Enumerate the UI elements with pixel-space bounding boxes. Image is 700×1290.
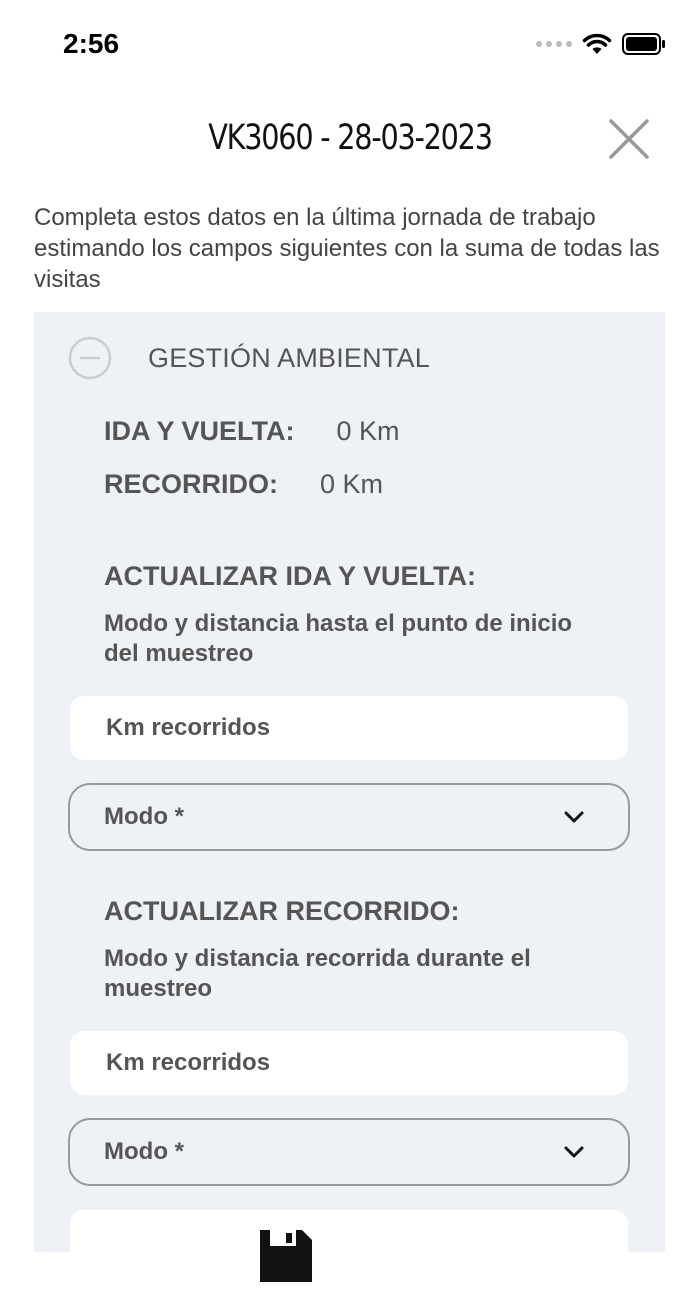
section-title: GESTIÓN AMBIENTAL	[148, 342, 430, 373]
recorrido-mode-label: Modo *	[104, 1138, 184, 1165]
chevron-down-icon	[564, 811, 584, 823]
status-time: 2:56	[63, 28, 120, 59]
floppy-disk-icon	[260, 1230, 312, 1282]
ida-vuelta-mode-select[interactable]: Modo *	[68, 783, 630, 851]
recorrido-km-field[interactable]	[70, 1031, 628, 1095]
ida-vuelta-km-input[interactable]	[104, 713, 628, 743]
ida-vuelta-km-field[interactable]	[70, 696, 628, 760]
update-recorrido-heading: ACTUALIZAR RECORRIDO:	[104, 896, 460, 926]
wifi-icon	[582, 33, 612, 54]
close-icon	[609, 119, 649, 159]
gestion-ambiental-panel: GESTIÓN AMBIENTAL IDA Y VUELTA: 0 Km RECO…	[34, 312, 665, 1290]
save-button[interactable]	[70, 1210, 628, 1290]
ida-vuelta-mode-label: Modo *	[104, 803, 184, 830]
update-recorrido-description: Modo y distancia recorrida durante el mu…	[104, 945, 531, 1002]
update-ida-vuelta-heading: ACTUALIZAR IDA Y VUELTA:	[104, 561, 476, 591]
chevron-down-icon	[564, 1146, 584, 1158]
status-bar: 2:56	[0, 0, 700, 90]
section-toggle[interactable]: GESTIÓN AMBIENTAL	[68, 336, 430, 380]
ida-vuelta-row: IDA Y VUELTA: 0 Km	[104, 416, 400, 447]
recorrido-km-input[interactable]	[104, 1048, 628, 1078]
recorrido-row: RECORRIDO: 0 Km	[104, 469, 383, 500]
intro-text: Completa estos datos en la última jornad…	[34, 204, 660, 293]
cellular-signal-icon	[536, 41, 572, 47]
update-ida-vuelta-description: Modo y distancia hasta el punto de inici…	[104, 610, 573, 667]
recorrido-value: 0 Km	[320, 469, 384, 499]
ida-vuelta-label: IDA Y VUELTA:	[104, 416, 295, 446]
recorrido-mode-select[interactable]: Modo *	[68, 1118, 630, 1186]
minus-circle-icon	[68, 336, 112, 380]
battery-icon	[622, 33, 665, 55]
page-title: VK3060 - 28-03-2023	[208, 118, 493, 158]
recorrido-label: RECORRIDO:	[104, 469, 278, 499]
close-button[interactable]	[606, 116, 652, 162]
status-icons	[536, 32, 666, 56]
ida-vuelta-value: 0 Km	[336, 416, 400, 446]
